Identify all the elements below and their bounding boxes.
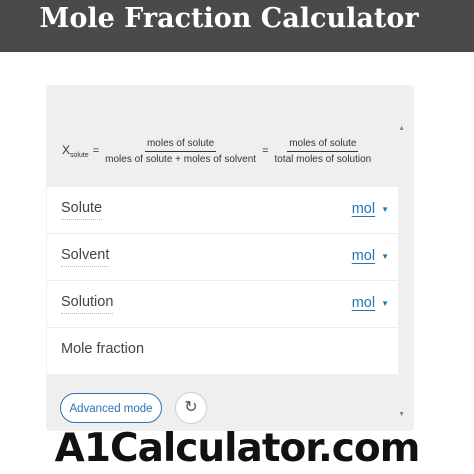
scroll-up-icon[interactable]: ▲ [398, 125, 405, 132]
formula-fraction-2: moles of solute total moles of solution [273, 138, 374, 165]
solvent-unit-select[interactable]: mol ▼ [352, 248, 389, 264]
mole-fraction-label: Mole fraction [61, 341, 145, 357]
unit-text: mol [351, 295, 376, 311]
header-banner: Mole Fraction Calculator [0, 0, 474, 52]
solution-label: Solution [61, 294, 114, 314]
solvent-row[interactable]: Solvent mol ▼ [47, 234, 398, 281]
mole-fraction-formula: Xsolute = moles of solute moles of solut… [62, 135, 373, 167]
fraction-1-denominator: moles of solute + moles of solvent [105, 153, 257, 165]
solute-unit-select[interactable]: mol ▼ [352, 201, 389, 217]
formula-fraction-1: moles of solute moles of solute + moles … [103, 138, 258, 165]
solute-label: Solute [61, 200, 103, 220]
solution-row[interactable]: Solution mol ▼ [47, 281, 398, 328]
mole-fraction-row: Mole fraction [47, 328, 398, 374]
caret-down-icon: ▼ [381, 298, 389, 308]
advanced-mode-button[interactable]: Advanced mode [60, 393, 162, 423]
field-list: Solute mol ▼ Solvent mol ▼ Solution mol … [47, 187, 398, 374]
caret-down-icon: ▼ [381, 204, 389, 214]
solute-row[interactable]: Solute mol ▼ [47, 187, 398, 234]
fraction-2-denominator: total moles of solution [274, 153, 372, 165]
equals-sign: = [262, 145, 269, 157]
formula-subscript: solute [70, 152, 89, 159]
equals-sign: = [92, 145, 100, 157]
unit-text: mol [351, 248, 376, 264]
fraction-1-numerator: moles of solute [144, 138, 217, 152]
refresh-icon[interactable]: ↻ [175, 392, 207, 424]
page-title: Mole Fraction Calculator [39, 3, 419, 34]
fraction-2-numerator: moles of solute [287, 138, 359, 152]
solution-unit-select[interactable]: mol ▼ [352, 295, 389, 311]
watermark-text: A1Calculator.com [54, 426, 421, 471]
solvent-label: Solvent [61, 247, 110, 267]
caret-down-icon: ▼ [381, 251, 389, 261]
scroll-down-icon[interactable]: ▼ [398, 411, 405, 418]
formula-variable: Xsolute [62, 143, 89, 159]
unit-text: mol [351, 201, 376, 217]
